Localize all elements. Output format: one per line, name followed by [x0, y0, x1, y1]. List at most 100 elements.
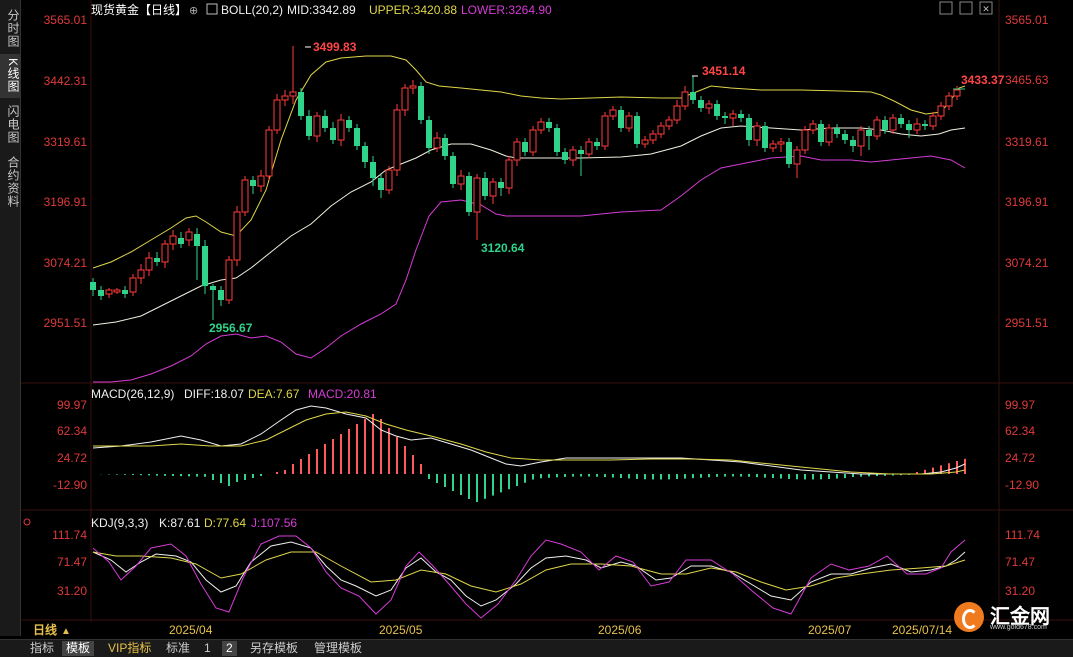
candle-body [513, 141, 521, 161]
macd-tick-right: 62.34 [1005, 424, 1035, 438]
boll-upper: UPPER:3420.88 [369, 3, 457, 17]
candle-body [729, 113, 737, 119]
boll-settings-icon[interactable]: ⊕ [189, 5, 198, 17]
candle-body [562, 152, 568, 160]
tab-vip-indicators[interactable]: VIP指标 [104, 641, 155, 656]
macd-tick-right: 99.97 [1005, 398, 1035, 412]
macd-tick-right: -12.90 [1005, 478, 1039, 492]
price-tick-right: 3074.21 [1005, 256, 1049, 270]
sidebar-item-contract-info[interactable]: 合约资料 [0, 152, 20, 212]
save-template-button[interactable]: 另存模板 [246, 641, 302, 656]
candle-body [457, 175, 465, 185]
candle-body [929, 115, 937, 127]
price-chart-svg[interactable]: 现货黄金【日线】 ⊕ BOLL(20,2) MID:3342.89 UPPER:… [21, 0, 1073, 637]
price-tick-left: 3442.31 [44, 74, 88, 88]
candle-body [649, 133, 657, 141]
candle-body [625, 115, 633, 129]
kdj-tick-right: 71.47 [1005, 555, 1035, 569]
candle-body [354, 128, 360, 146]
annotation-high1: 3499.83 [313, 40, 357, 54]
candle-body [346, 120, 352, 128]
candle-body [322, 116, 328, 128]
sidebar-item-kline[interactable]: K线图 [0, 54, 20, 98]
indicator-box-icon[interactable] [206, 3, 218, 15]
candle-body [154, 258, 160, 262]
candle-body [937, 105, 945, 117]
candle-body [746, 118, 752, 140]
macd-tick: 24.72 [57, 451, 87, 465]
candle-body [722, 116, 728, 118]
period-dropdown-icon[interactable]: ▲ [61, 626, 71, 637]
candle-body [241, 179, 249, 213]
candle-body [113, 289, 121, 293]
candle-body [433, 137, 441, 149]
candle-body [210, 286, 216, 290]
macd-dea: DEA:7.67 [248, 387, 300, 401]
tab-template[interactable]: 模板 [62, 641, 95, 656]
candle-body [442, 138, 448, 156]
candle-body [362, 146, 368, 162]
kdj-tick: 111.74 [52, 528, 87, 542]
boll-lower: LOWER:3264.90 [461, 3, 552, 17]
tab-template-2[interactable]: 2 [222, 641, 237, 656]
window-controls[interactable]: ✕ [939, 1, 993, 15]
candle-body [818, 124, 824, 142]
candle-body [178, 238, 184, 244]
candle-body [473, 177, 481, 213]
candle-body [922, 124, 928, 126]
candle-body [265, 129, 273, 177]
kdj-tick-right: 31.20 [1005, 584, 1035, 598]
candle-body [834, 128, 840, 134]
candle-body [842, 134, 848, 140]
tab-standard[interactable]: 标准 [162, 641, 194, 656]
candle-body [641, 139, 649, 145]
kdj-tick: 71.47 [57, 555, 87, 569]
candle-body [385, 169, 393, 191]
candle-body [489, 181, 497, 197]
candle-body [257, 175, 265, 187]
sidebar-item-timeshare[interactable]: 分时图 [0, 6, 20, 50]
date-tick: 2025/07 [808, 623, 852, 636]
candle-body [609, 109, 617, 117]
candle-body [426, 120, 432, 148]
manage-template-button[interactable]: 管理模板 [310, 641, 366, 656]
candle-body [105, 289, 113, 295]
candle-body [122, 290, 128, 294]
macd-diff: DIFF:18.07 [184, 387, 244, 401]
chart-area[interactable]: 现货黄金【日线】 ⊕ BOLL(20,2) MID:3342.89 UPPER:… [21, 0, 1073, 637]
price-tick-left: 3196.91 [44, 195, 88, 209]
annotation-last: 3433.37 [961, 73, 1005, 87]
price-axis-left: 3565.01 3442.31 3319.61 3196.91 3074.21 … [44, 13, 88, 330]
period-label[interactable]: 日线 [33, 622, 57, 637]
macd-tick-right: 24.72 [1005, 451, 1035, 465]
candle-body [866, 130, 872, 136]
candle-body [98, 290, 104, 296]
candle-body [529, 129, 537, 153]
candle-body [777, 141, 785, 145]
boll-upper-line [92, 55, 966, 269]
candle-body [569, 149, 577, 161]
macd-histogram [100, 414, 966, 502]
kdj-settings-icon[interactable] [23, 518, 31, 526]
price-tick-left: 2951.51 [44, 316, 88, 330]
tab-indicators[interactable]: 指标 [26, 641, 58, 656]
restore-icon [939, 1, 953, 15]
price-tick-left: 3074.21 [44, 256, 88, 270]
candle-body [906, 124, 912, 130]
candle-body [873, 119, 881, 137]
price-axis-right: 3565.01 3319.61 3196.91 3074.21 2951.51 [1005, 13, 1049, 330]
sidebar-item-flash[interactable]: 闪电图 [0, 102, 20, 146]
price-annotations: 3499.83 3451.14 2956.67 3120.64 3433.37 … [209, 40, 1049, 335]
candle-body [505, 159, 513, 189]
candle-body [129, 277, 137, 293]
candle-body [393, 109, 401, 171]
candle-body [337, 119, 345, 141]
kdj-d: D:77.64 [204, 516, 246, 530]
tab-template-1[interactable]: 1 [200, 641, 215, 656]
candlestick-series[interactable] [90, 46, 961, 320]
candle-body [850, 140, 856, 146]
date-tick: 2025/05 [379, 623, 423, 636]
boll-label: BOLL(20,2) [221, 3, 283, 17]
candle-body [705, 103, 713, 109]
candle-body [673, 105, 681, 121]
